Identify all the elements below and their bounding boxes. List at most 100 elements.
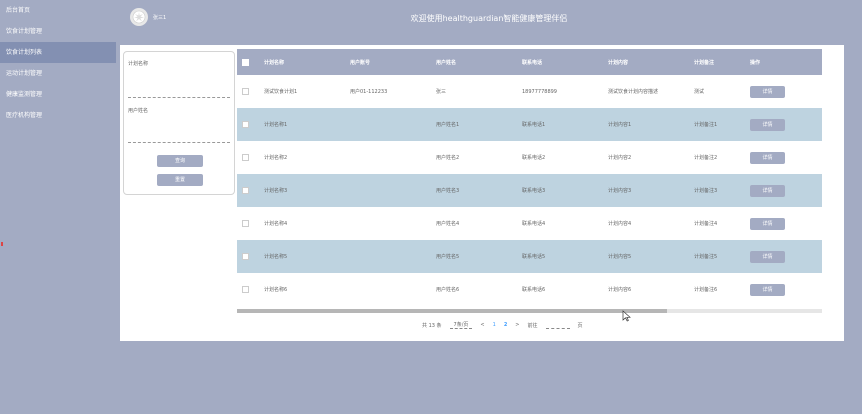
plan-name-input[interactable] — [128, 89, 230, 98]
row-checkbox[interactable] — [242, 121, 249, 128]
sidebar-item-health-monitor[interactable]: 健康监测管理 — [0, 84, 116, 105]
cell-plan-name: 计划名称1 — [264, 122, 288, 128]
cell-content: 计划内容5 — [608, 254, 632, 260]
cell-account — [345, 273, 431, 306]
cell-phone: 联系电话2 — [522, 155, 546, 161]
cell-phone: 联系电话3 — [522, 188, 546, 194]
column-header: 计划内容 — [608, 59, 629, 66]
detail-button[interactable]: 详情 — [750, 283, 785, 296]
cell-user-name: 用户姓名1 — [436, 122, 460, 128]
row-checkbox[interactable] — [242, 220, 249, 227]
detail-button[interactable]: 详情 — [750, 184, 785, 197]
table-row: 计划名称2 用户姓名2 联系电话2 计划内容2 计划备注2 详情 — [237, 141, 822, 174]
mouse-cursor-icon — [622, 310, 631, 322]
pagination-total: 共 13 条 — [422, 322, 442, 329]
page-suffix: 页 — [577, 322, 583, 329]
cell-user-name: 张三 — [436, 89, 447, 95]
cell-content: 计划内容3 — [608, 188, 632, 194]
cell-phone: 联系电话1 — [522, 122, 546, 128]
page-2-button[interactable]: 2 — [504, 322, 507, 328]
cell-phone: 联系电话4 — [522, 221, 546, 227]
prev-page-button[interactable]: < — [480, 322, 484, 328]
column-header: 用户姓名 — [436, 59, 457, 66]
next-page-button[interactable]: > — [515, 322, 519, 328]
cell-user-name: 用户姓名5 — [436, 254, 460, 260]
sidebar: 后台首页 饮食计划管理 饮食计划列表 运动计划管理 健康监测管理 医疗机构管理 — [0, 0, 116, 414]
table-row: 测试饮食计划1 用户01-112233 张三 18977778899 测试饮食计… — [237, 75, 822, 108]
cell-plan-name: 计划名称4 — [264, 221, 288, 227]
table-row: 计划名称1 用户姓名1 联系电话1 计划内容1 计划备注1 详情 — [237, 108, 822, 141]
table-header-row: 计划名称 用户账号 用户姓名 联系电话 计划内容 计划备注 操作 — [237, 49, 822, 75]
row-checkbox[interactable] — [242, 253, 249, 260]
detail-button[interactable]: 详情 — [750, 217, 785, 230]
cell-account — [345, 240, 431, 273]
detail-button[interactable]: 详情 — [750, 85, 785, 98]
cell-note: 计划备注4 — [694, 221, 718, 227]
select-all-cell[interactable] — [237, 49, 259, 75]
column-header: 计划备注 — [694, 59, 715, 66]
user-name-label: 用户姓名 — [128, 108, 149, 114]
column-header: 操作 — [750, 59, 761, 66]
cell-user-name: 用户姓名4 — [436, 221, 460, 227]
column-header: 计划名称 — [264, 59, 285, 66]
row-checkbox[interactable] — [242, 154, 249, 161]
horizontal-scrollbar[interactable] — [237, 309, 822, 313]
query-button[interactable]: 查询 — [157, 155, 203, 167]
cell-content: 测试饮食计划内容描述 — [608, 89, 659, 95]
column-header: 联系电话 — [522, 59, 543, 66]
edge-marker — [1, 242, 3, 246]
main-content: 计划名称 用户姓名 查询 重置 计划名称 用户账号 用户姓名 联系电话 计划内容… — [120, 45, 844, 341]
row-checkbox[interactable] — [242, 187, 249, 194]
cell-phone: 联系电话5 — [522, 254, 546, 260]
user-name-input[interactable] — [128, 134, 230, 143]
data-table-wrapper: 计划名称 用户账号 用户姓名 联系电话 计划内容 计划备注 操作 测试饮食计划1… — [237, 49, 822, 329]
welcome-title: 欢迎使用healthguardian智能健康管理伴侣 — [410, 14, 568, 23]
detail-button[interactable]: 详情 — [750, 250, 785, 263]
select-all-checkbox[interactable] — [242, 58, 249, 66]
detail-button[interactable]: 详情 — [750, 118, 785, 131]
page-size-select[interactable]: 7条/页 — [449, 321, 473, 329]
cell-content: 计划内容6 — [608, 287, 632, 293]
cell-content: 计划内容1 — [608, 122, 632, 128]
cell-note: 计划备注1 — [694, 122, 718, 128]
detail-button[interactable]: 详情 — [750, 151, 785, 164]
row-checkbox[interactable] — [242, 286, 249, 293]
cell-account — [345, 141, 431, 174]
cell-account — [345, 207, 431, 240]
sidebar-item-medical-institution[interactable]: 医疗机构管理 — [0, 105, 116, 126]
pagination: 共 13 条 7条/页 < 1 2 > 前往 页 — [422, 321, 583, 329]
cell-content: 计划内容4 — [608, 221, 632, 227]
page-1-button[interactable]: 1 — [493, 322, 496, 328]
plan-name-label: 计划名称 — [128, 61, 149, 67]
cell-note: 计划备注6 — [694, 287, 718, 293]
cell-phone: 18977778899 — [522, 88, 557, 95]
scrollbar-thumb[interactable] — [237, 309, 667, 313]
goto-label: 前往 — [527, 322, 538, 329]
table-row: 计划名称5 用户姓名5 联系电话5 计划内容5 计划备注5 详情 — [237, 240, 822, 273]
sidebar-item-home[interactable]: 后台首页 — [0, 0, 116, 21]
cell-note: 计划备注5 — [694, 254, 718, 260]
cell-note: 测试 — [694, 89, 705, 95]
cell-note: 计划备注2 — [694, 155, 718, 161]
cell-note: 计划备注3 — [694, 188, 718, 194]
cell-phone: 联系电话6 — [522, 287, 546, 293]
table-row: 计划名称3 用户姓名3 联系电话3 计划内容3 计划备注3 详情 — [237, 174, 822, 207]
cell-user-name: 用户姓名6 — [436, 287, 460, 293]
cell-plan-name: 计划名称6 — [264, 287, 288, 293]
goto-page-input[interactable] — [545, 321, 570, 329]
cell-plan-name: 计划名称3 — [264, 188, 288, 194]
cell-user-name: 用户姓名3 — [436, 188, 460, 194]
cell-plan-name: 计划名称5 — [264, 254, 288, 260]
table-row: 计划名称6 用户姓名6 联系电话6 计划内容6 计划备注6 详情 — [237, 273, 822, 306]
reset-button[interactable]: 重置 — [157, 174, 203, 186]
cell-user-name: 用户姓名2 — [436, 155, 460, 161]
cell-account — [345, 108, 431, 141]
cell-content: 计划内容2 — [608, 155, 632, 161]
top-header: 张三1 欢迎使用healthguardian智能健康管理伴侣 — [116, 0, 862, 38]
sidebar-item-diet-plan-list[interactable]: 饮食计划列表 — [0, 42, 116, 63]
cell-account: 用户01-112233 — [350, 89, 388, 95]
cell-plan-name: 计划名称2 — [264, 155, 288, 161]
sidebar-item-exercise-plan[interactable]: 运动计划管理 — [0, 63, 116, 84]
row-checkbox[interactable] — [242, 88, 249, 95]
sidebar-item-diet-plan-manage[interactable]: 饮食计划管理 — [0, 21, 116, 42]
